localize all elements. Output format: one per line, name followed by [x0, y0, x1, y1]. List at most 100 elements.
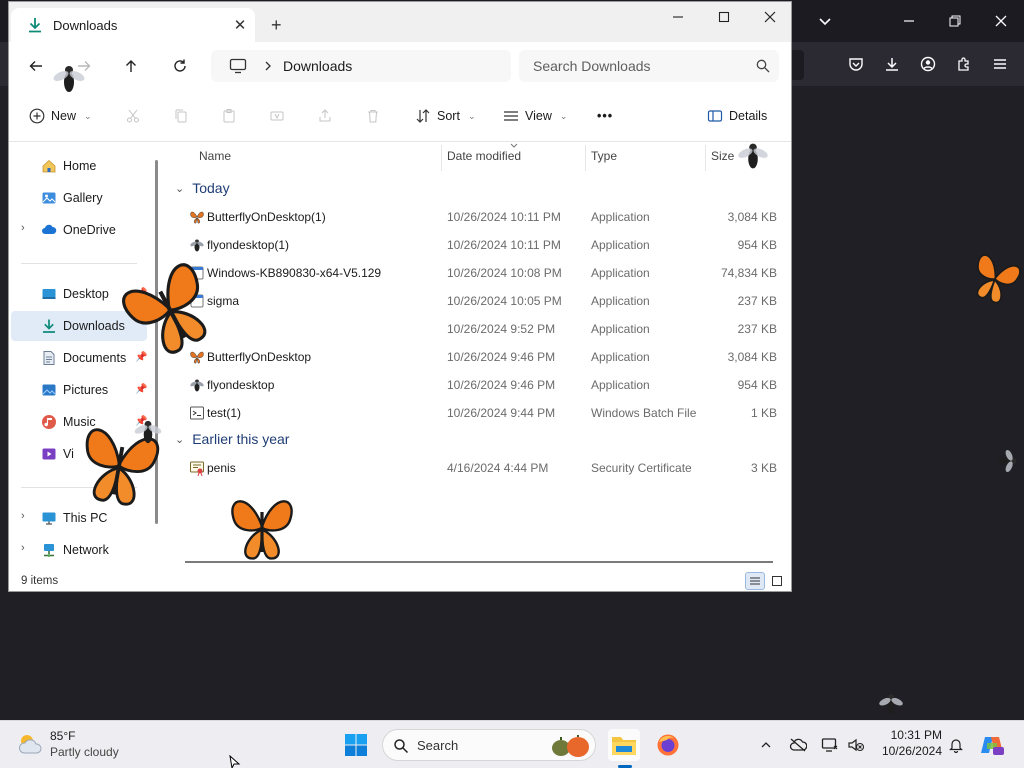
column-header-date-modified[interactable]: Date modified	[447, 149, 521, 163]
downloads-icon[interactable]	[877, 49, 907, 79]
fly-overlay[interactable]	[876, 688, 906, 720]
weather-temperature: 85°F	[50, 729, 76, 743]
network-icon	[44, 544, 54, 557]
nav-item-pictures[interactable]: Pictures 📌	[11, 375, 147, 405]
fly-overlay[interactable]	[52, 58, 86, 100]
address-field[interactable]: Downloads	[211, 50, 511, 82]
taskbar-clock[interactable]: 10:31 PM 10/26/2024	[876, 727, 942, 759]
fly-overlay[interactable]	[736, 136, 770, 176]
file-explorer-taskbar-button[interactable]	[608, 729, 640, 761]
trash-icon	[368, 110, 378, 123]
butterfly-overlay[interactable]	[118, 258, 222, 362]
taskbar-search-input[interactable]: Search	[382, 729, 596, 761]
network-display-icon[interactable]	[818, 733, 842, 757]
back-arrow-icon[interactable]	[21, 52, 51, 80]
file-row[interactable]: flyondesktop 10/26/2024 9:46 PM Applicatio…	[165, 371, 791, 399]
cloud-icon	[42, 224, 57, 234]
group-header-today[interactable]: ⌄ Today	[175, 180, 230, 196]
nav-item-home[interactable]: Home	[11, 151, 147, 181]
browser-restore-button[interactable]	[940, 6, 970, 36]
copilot-icon[interactable]	[978, 733, 1006, 757]
column-header-name[interactable]: Name	[199, 149, 231, 163]
pocket-icon[interactable]	[841, 49, 871, 79]
firefox-icon	[657, 734, 679, 756]
file-row[interactable]: test(1) 10/26/2024 9:44 PM Windows Batch F…	[165, 399, 791, 427]
file-type: Application	[591, 210, 650, 224]
browser-url-bar[interactable]	[792, 50, 804, 80]
maximize-button[interactable]	[701, 2, 747, 32]
notifications-bell-icon[interactable]	[944, 733, 968, 757]
new-button[interactable]: New ⌄	[29, 104, 92, 128]
paste-button[interactable]	[221, 104, 237, 128]
more-options-button[interactable]: •••	[597, 104, 613, 128]
account-icon[interactable]	[913, 49, 943, 79]
view-button[interactable]: View ⌄	[503, 104, 567, 128]
group-header-earlier-this-year[interactable]: ⌄ Earlier this year	[175, 431, 289, 447]
column-divider[interactable]	[705, 145, 706, 171]
file-name: ButterflyOnDesktop(1)	[207, 210, 326, 224]
item-count: 9 items	[21, 575, 59, 587]
extensions-puzzle-icon[interactable]	[949, 49, 979, 79]
firefox-taskbar-button[interactable]	[652, 729, 684, 761]
tab-title: Downloads	[53, 17, 118, 33]
browser-close-button[interactable]	[986, 6, 1016, 36]
nav-item-gallery[interactable]: Gallery	[11, 183, 147, 213]
explorer-tab-downloads[interactable]: Downloads ✕	[11, 8, 255, 42]
refresh-icon[interactable]	[165, 52, 195, 80]
column-header-type[interactable]: Type	[591, 149, 617, 163]
start-button[interactable]	[340, 729, 372, 761]
fly-overlay[interactable]	[132, 414, 164, 450]
rename-button[interactable]	[269, 104, 285, 128]
copy-button[interactable]	[173, 104, 189, 128]
pc-icon	[42, 512, 56, 525]
file-row[interactable]: Windows-KB890830-x64-V5.129 10/26/2024 10…	[165, 259, 791, 287]
volume-muted-icon[interactable]	[844, 733, 868, 757]
file-row[interactable]: penis 4/16/2024 4:44 PM Security Certifica…	[165, 454, 791, 482]
show-hidden-icons-chevron-icon[interactable]	[754, 733, 778, 757]
details-view-toggle[interactable]	[745, 572, 765, 590]
file-size: 3,084 KB	[727, 210, 777, 224]
certificate-icon	[190, 461, 204, 476]
nav-item-network[interactable]: › Network	[11, 535, 147, 565]
nav-item-onedrive[interactable]: › OneDrive	[11, 215, 147, 245]
browser-minimize-button[interactable]	[894, 6, 924, 36]
tiles-view-toggle[interactable]	[767, 572, 787, 590]
sort-button[interactable]: Sort ⌄	[415, 104, 475, 128]
close-button[interactable]	[747, 2, 793, 32]
column-divider[interactable]	[585, 145, 586, 171]
list-tabs-chevron-icon[interactable]	[810, 6, 840, 36]
column-divider[interactable]	[441, 145, 442, 171]
butterfly-overlay[interactable]	[966, 226, 1024, 332]
file-date-modified: 10/26/2024 9:44 PM	[447, 406, 556, 420]
minimize-button[interactable]	[655, 2, 701, 32]
details-pane-button[interactable]: Details	[707, 104, 767, 128]
tab-close-button[interactable]: ✕	[231, 16, 249, 34]
weather-widget[interactable]: 85°F Partly cloudy	[14, 727, 144, 763]
butterfly-overlay[interactable]	[202, 488, 322, 568]
search-input[interactable]: Search Downloads	[519, 50, 779, 82]
chevron-right-icon[interactable]: ›	[21, 542, 25, 554]
chevron-right-icon[interactable]: ›	[21, 510, 25, 522]
file-row[interactable]: ButterflyOnDesktop 10/26/2024 9:46 PM Appl…	[165, 343, 791, 371]
hamburger-menu-icon[interactable]	[985, 49, 1015, 79]
cloud-sync-off-icon[interactable]	[786, 733, 810, 757]
monitor-icon	[229, 58, 247, 74]
file-size: 237 KB	[737, 294, 777, 308]
fly-overlay[interactable]	[990, 446, 1024, 476]
delete-button[interactable]	[365, 104, 381, 128]
file-row[interactable]: flyondesktop(1) 10/26/2024 10:11 PM Applic…	[165, 231, 791, 259]
up-arrow-icon[interactable]	[116, 52, 146, 80]
chevron-right-icon[interactable]: ›	[21, 222, 25, 234]
file-date-modified: 10/26/2024 10:08 PM	[447, 266, 562, 280]
cut-button[interactable]	[125, 104, 141, 128]
file-row[interactable]: sigma 10/26/2024 10:05 PM Application 237 K…	[165, 287, 791, 315]
sort-indicator-icon	[510, 143, 518, 148]
breadcrumb[interactable]: Downloads	[283, 58, 352, 74]
column-header-size[interactable]: Size	[711, 149, 734, 163]
home-icon	[42, 159, 56, 173]
file-row[interactable]: ButterflyOnDesktop(1) 10/26/2024 10:11 PM…	[165, 203, 791, 231]
rename-icon	[270, 111, 284, 121]
new-tab-button[interactable]: +	[271, 16, 282, 34]
file-row[interactable]: 10/26/2024 9:52 PM Application 237 KB	[165, 315, 791, 343]
share-button[interactable]	[317, 104, 333, 128]
